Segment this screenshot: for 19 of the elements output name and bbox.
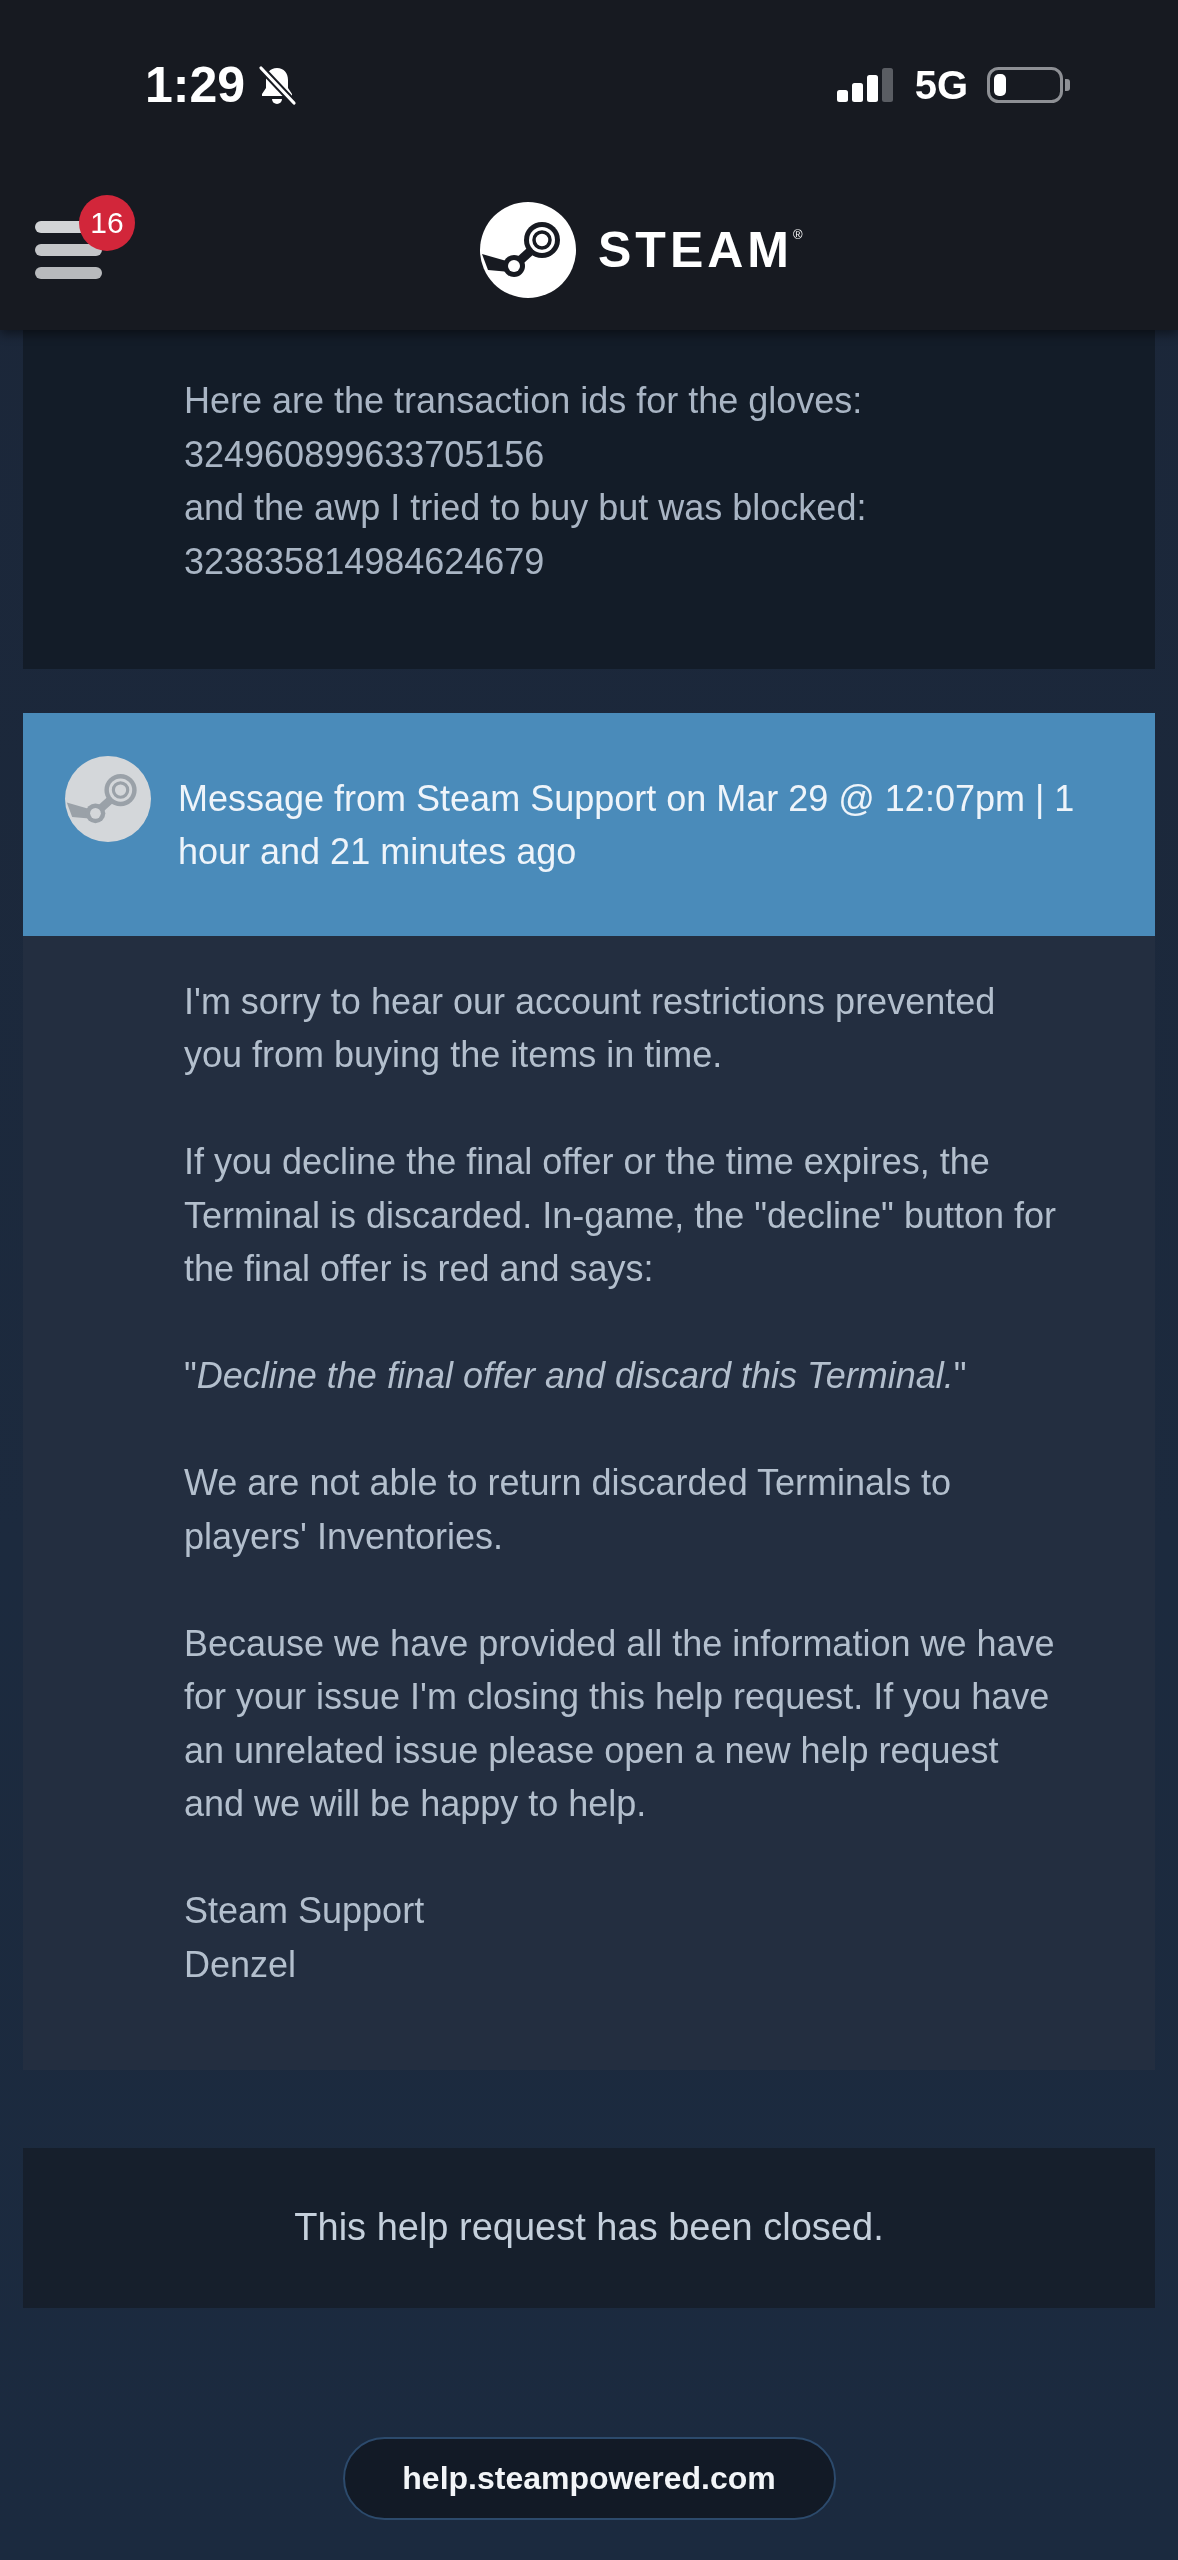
network-label: 5G — [914, 65, 968, 105]
message-paragraph: Steam Support Denzel — [184, 1889, 426, 1987]
message-paragraph: "Decline the final offer and discard this Terminal." — [184, 1354, 968, 1398]
message-paragraph: If you decline the final offer or the time expires, the Terminal is discarded. In-game, the "decline" button for the final offer is red and says: — [184, 1140, 1057, 1291]
url-bar[interactable]: help.steampowered.com — [342, 2436, 836, 2520]
battery-icon — [987, 67, 1070, 103]
status-time: 1:29 — [145, 60, 246, 110]
avatar-icon — [65, 755, 151, 842]
bell-slash-icon — [257, 64, 298, 106]
message-paragraph: We are not able to return discarded Terminals to players' Inventories. — [184, 1461, 953, 1559]
message-paragraph: I'm sorry to hear our account restrictions prevented you from buying the items in time. — [184, 979, 997, 1077]
logo-icon — [480, 202, 576, 298]
closed-notice: This help request has been closed. — [294, 2204, 884, 2250]
notification-badge: 16 — [79, 195, 135, 251]
message-paragraph: Because we have provided all the information we have for your issue I'm closing this help request. If you have an unrelated issue please open a new help request and we will be happy to help. — [184, 1621, 1056, 1826]
signal-icon — [836, 68, 895, 102]
message-paragraph: Here are the transaction ids for the gloves: 324960899633705156 and the awp I tried to buy but was blocked: 323835814984624679 — [184, 379, 868, 584]
logo-link[interactable]: STEAM$^{®}$ — [480, 202, 803, 298]
message-meta: Message from Steam Support on Mar 29 @ 12:07pm | 1 hour and 21 minutes ago — [178, 776, 1076, 874]
